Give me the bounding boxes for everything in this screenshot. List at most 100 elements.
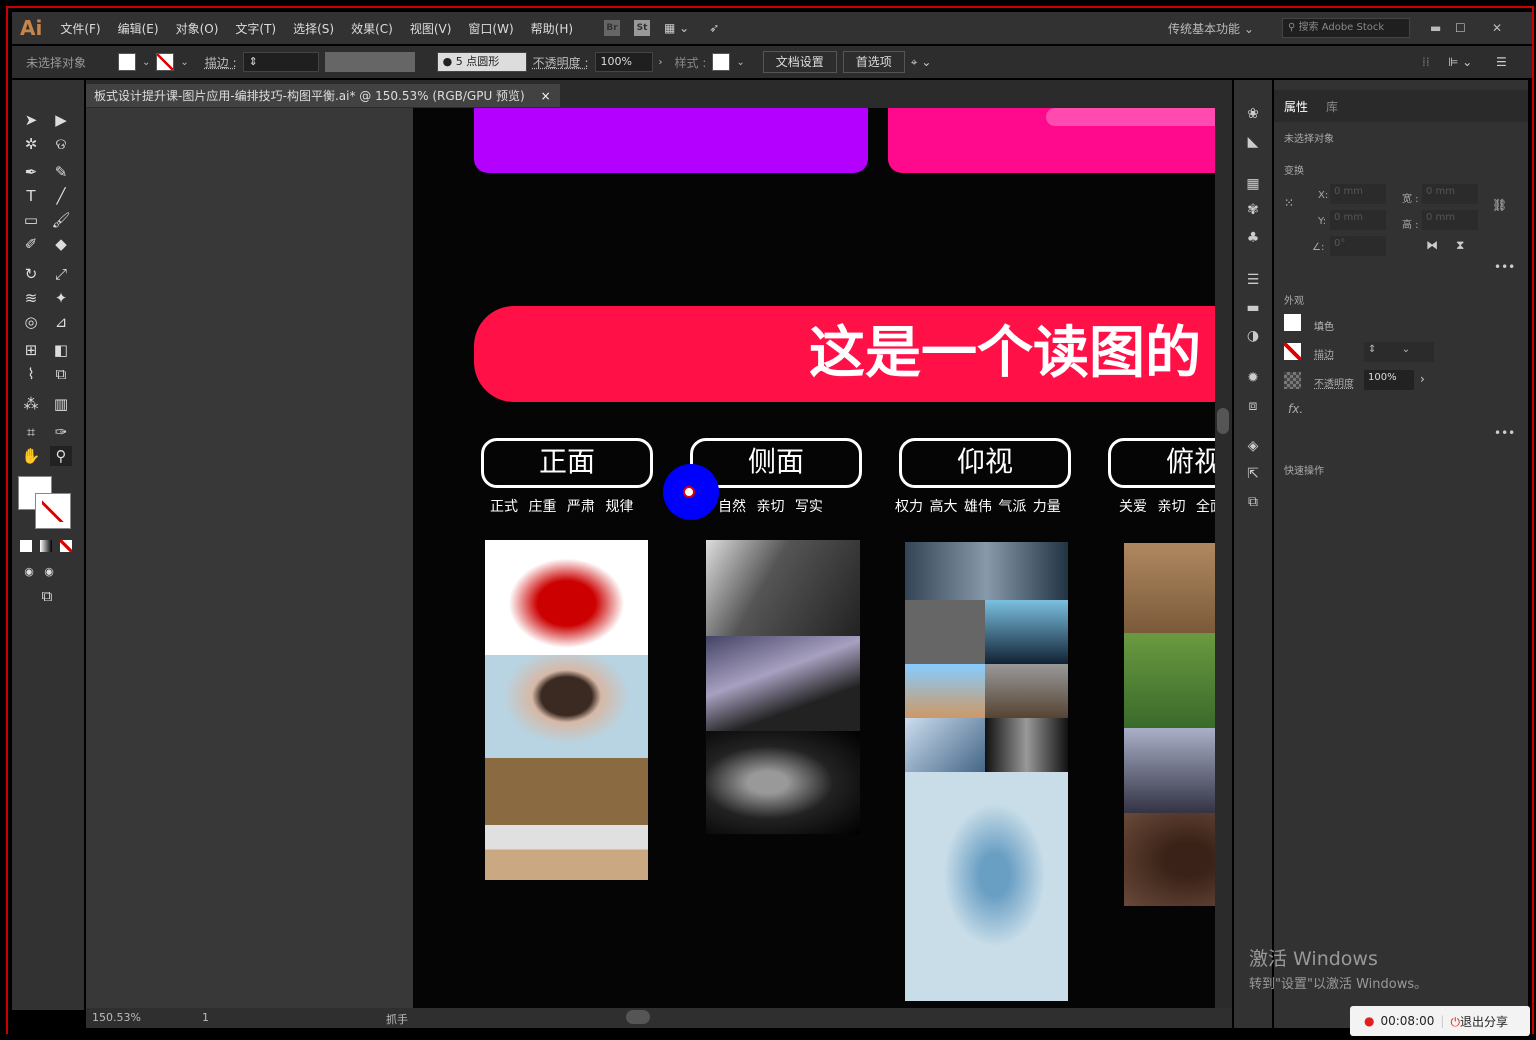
more-appearance-icon[interactable]: •••	[1494, 426, 1515, 440]
flip-vertical-icon[interactable]: ⧗	[1456, 238, 1464, 253]
blend-tool-icon[interactable]: ⧉	[50, 364, 72, 384]
pen-tool-icon[interactable]: ✒	[20, 162, 42, 182]
preferences-button[interactable]: 首选项	[842, 51, 905, 73]
maximize-button[interactable]: ☐	[1455, 21, 1466, 35]
transparency-icon[interactable]: ◑	[1244, 328, 1262, 346]
direct-selection-tool-icon[interactable]: ▶	[50, 110, 72, 130]
stroke-swatch-panel[interactable]	[1284, 343, 1301, 360]
puppet-warp-icon[interactable]: ✦	[50, 288, 72, 308]
layers-icon[interactable]: ◈	[1244, 438, 1262, 456]
slice-tool-icon[interactable]: ✑	[50, 422, 72, 442]
style-dropdown[interactable]: ⌄	[736, 57, 744, 68]
width-field[interactable]: 0 mm	[1422, 184, 1478, 204]
eyedropper-icon[interactable]: ⌇	[20, 364, 42, 384]
perspective-grid-icon[interactable]: ⊿	[50, 312, 72, 332]
opacity-label[interactable]: 不透明度 :	[533, 54, 589, 71]
stroke-weight-panel[interactable]: ⇕ ⌄	[1364, 342, 1434, 362]
hand-tool-icon[interactable]: ✋	[20, 446, 42, 466]
stroke-color-box[interactable]	[35, 493, 71, 529]
warp-tool-icon[interactable]: ≋	[20, 288, 42, 308]
stroke-panel-icon[interactable]: ☰	[1244, 272, 1262, 290]
vertical-scrollbar[interactable]	[1215, 108, 1232, 1008]
exit-share-button[interactable]: ⏻退出分享	[1450, 1013, 1508, 1030]
panel-menu-icon[interactable]: ☰	[1496, 55, 1507, 69]
opacity-arrow[interactable]: ›	[659, 57, 663, 68]
menu-help[interactable]: 帮助(H)	[531, 20, 573, 37]
gradient-icon[interactable]: ▬	[1244, 300, 1262, 318]
tab-libraries[interactable]: 库	[1326, 98, 1338, 115]
menu-file[interactable]: 文件(F)	[60, 20, 100, 37]
bridge-icon[interactable]: Br	[604, 20, 621, 36]
lasso-icon[interactable]: ଡ	[50, 134, 72, 154]
menu-window[interactable]: 窗口(W)	[468, 20, 513, 37]
height-field[interactable]: 0 mm	[1422, 210, 1478, 230]
stock-icon[interactable]: St	[634, 20, 651, 36]
more-transform-icon[interactable]: •••	[1494, 260, 1515, 274]
gradient-mode-icon[interactable]	[40, 540, 52, 552]
symbol-sprayer-icon[interactable]: ⁂	[20, 394, 42, 414]
mesh-tool-icon[interactable]: ⊞	[20, 340, 42, 360]
fill-swatch-panel[interactable]	[1284, 314, 1301, 331]
x-field[interactable]: 0 mm	[1330, 184, 1386, 204]
stock-search-input[interactable]: ⚲ 搜索 Adobe Stock	[1282, 18, 1410, 38]
type-tool-icon[interactable]: T	[20, 186, 42, 206]
opacity-field[interactable]: 100%	[594, 52, 653, 72]
draw-behind-icon[interactable]: ◉	[38, 562, 60, 582]
artboard-number[interactable]: 1	[202, 1011, 209, 1024]
appearance-icon[interactable]: ✹	[1244, 370, 1262, 388]
brush-select[interactable]: ● 5 点圆形	[436, 52, 527, 72]
color-mode-icon[interactable]	[20, 540, 32, 552]
brushes-icon[interactable]: ✾	[1244, 202, 1262, 220]
graph-tool-icon[interactable]: ▥	[50, 394, 72, 414]
symbols-icon[interactable]: ♣	[1244, 230, 1262, 248]
menu-type[interactable]: 文字(T)	[235, 20, 276, 37]
shaper-tool-icon[interactable]: ✐	[20, 234, 42, 254]
stroke-dropdown[interactable]: ⌄	[180, 57, 188, 68]
zoom-tool-icon[interactable]: ⚲	[50, 446, 72, 466]
draw-normal-icon[interactable]: ◉	[18, 562, 40, 582]
menu-effect[interactable]: 效果(C)	[351, 20, 393, 37]
shape-builder-icon[interactable]: ◎	[20, 312, 42, 332]
swatches-icon[interactable]: ▦	[1244, 176, 1262, 194]
minimize-button[interactable]: ▬	[1430, 21, 1441, 35]
rotate-field[interactable]: 0°	[1330, 236, 1386, 256]
artboard-tool-icon[interactable]: ⌗	[20, 422, 42, 442]
opacity-field-panel[interactable]: 100%	[1364, 370, 1414, 390]
menu-select[interactable]: 选择(S)	[293, 20, 334, 37]
menu-view[interactable]: 视图(V)	[410, 20, 452, 37]
canvas-area[interactable]: 这是一个读图的 正面 侧面 仰视 俯视 正式 庄重 严肃 规律 自然 亲切 写实…	[86, 108, 1215, 1008]
select-similar-icon[interactable]: ⌖ ⌄	[911, 55, 932, 70]
stroke-label[interactable]: 描边 :	[205, 54, 237, 71]
style-swatch[interactable]	[712, 53, 731, 71]
flip-horizontal-icon[interactable]: ⧓	[1426, 238, 1438, 252]
arrange-documents-icon[interactable]: ▦ ⌄	[664, 21, 689, 35]
artboard[interactable]: 这是一个读图的 正面 侧面 仰视 俯视 正式 庄重 严肃 规律 自然 亲切 写实…	[413, 108, 1215, 1008]
align-icon[interactable]: ⊫ ⌄	[1448, 55, 1472, 69]
stroke-weight-field[interactable]: ⇕	[242, 52, 319, 72]
fx-icon[interactable]: fx.	[1288, 402, 1303, 416]
stroke-swatch[interactable]	[156, 53, 175, 71]
align-grid-icon[interactable]: ⁞⁞	[1422, 55, 1430, 69]
gradient-panel-icon[interactable]: ◣	[1244, 134, 1262, 152]
stroke-label-panel[interactable]: 描边	[1314, 346, 1334, 361]
rectangle-tool-icon[interactable]: ▭	[20, 210, 42, 230]
color-guide-icon[interactable]: ❀	[1244, 106, 1262, 124]
zoom-level[interactable]: 150.53%	[92, 1011, 141, 1024]
rotate-tool-icon[interactable]: ↻	[20, 264, 42, 284]
selection-tool-icon[interactable]: ➤	[20, 110, 42, 130]
opacity-arrow-panel[interactable]: ›	[1420, 372, 1425, 386]
magic-wand-icon[interactable]: ✲	[20, 134, 42, 154]
y-field[interactable]: 0 mm	[1330, 210, 1386, 230]
none-mode-icon[interactable]	[60, 540, 72, 552]
variable-width-profile[interactable]	[324, 52, 415, 72]
fill-dropdown[interactable]: ⌄	[142, 57, 150, 68]
reference-point-icon[interactable]: ⁙	[1284, 196, 1294, 210]
workspace-switcher[interactable]: 传统基本功能 ⌄	[1168, 20, 1254, 37]
scale-tool-icon[interactable]: ⤢	[50, 264, 72, 284]
horizontal-scroll-thumb[interactable]	[626, 1010, 650, 1024]
menu-edit[interactable]: 编辑(E)	[118, 20, 159, 37]
opacity-label-panel[interactable]: 不透明度	[1314, 375, 1354, 390]
gpu-rocket-icon[interactable]: ➶	[709, 21, 719, 35]
constrain-proportions-icon[interactable]: ⛓	[1492, 198, 1507, 212]
scroll-thumb[interactable]	[1217, 408, 1229, 434]
